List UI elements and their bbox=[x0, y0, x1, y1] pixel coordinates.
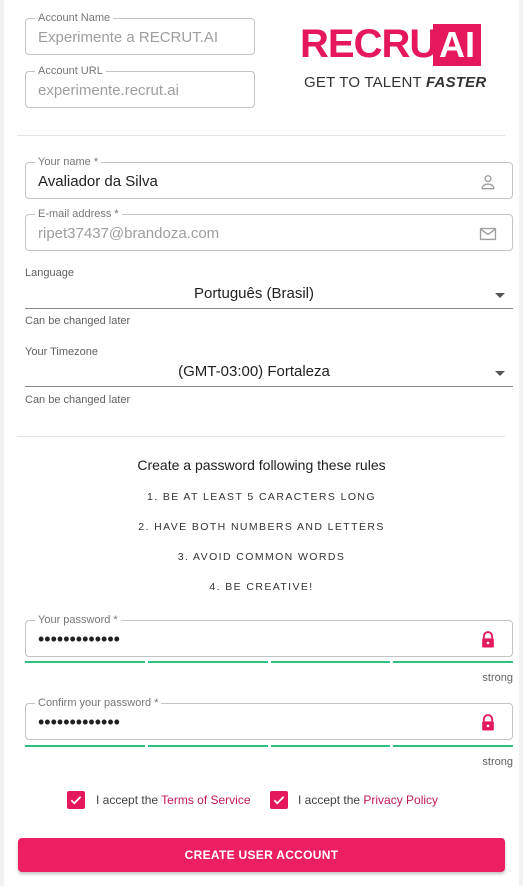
your-name-label: Your name * bbox=[35, 155, 102, 169]
signup-form-card bbox=[4, 0, 519, 886]
language-select[interactable]: Português (Brasil) bbox=[25, 283, 513, 309]
section-divider bbox=[17, 135, 505, 136]
password-rule: 3. AVOID COMMON WORDS bbox=[177, 551, 346, 563]
email-field[interactable]: E-mail address * ripet37437@brandoza.com bbox=[25, 207, 513, 251]
account-name-label: Account Name bbox=[35, 11, 114, 25]
check-icon bbox=[70, 796, 82, 805]
account-url-label: Account URL bbox=[35, 64, 106, 78]
strength-segment bbox=[270, 661, 391, 663]
mail-icon bbox=[479, 227, 497, 241]
language-label: Language bbox=[25, 267, 74, 279]
password-strength-label: strong bbox=[482, 672, 513, 684]
confirm-password-strength-label: strong bbox=[482, 756, 513, 768]
language-hint: Can be changed later bbox=[25, 315, 131, 327]
terms-text: I accept the Terms of Service bbox=[96, 793, 251, 807]
timezone-select[interactable]: (GMT-03:00) Fortaleza bbox=[25, 361, 513, 387]
language-value: Português (Brasil) bbox=[193, 285, 315, 302]
account-url-value[interactable]: experimente.recrut.ai bbox=[38, 81, 179, 101]
strength-segment bbox=[25, 661, 145, 663]
password-rules-title: Create a password following these rules bbox=[137, 457, 386, 473]
your-name-value[interactable]: Avaliador da Silva bbox=[38, 172, 158, 192]
account-name-field[interactable]: Account Name Experimente a RECRUT.AI bbox=[25, 11, 255, 55]
privacy-checkbox[interactable] bbox=[270, 791, 288, 809]
confirm-password-strength-meter bbox=[25, 745, 513, 747]
recrut-ai-logo: RECRUT. AI GET TO TALENT FASTER bbox=[300, 22, 487, 94]
lock-icon[interactable] bbox=[478, 713, 498, 733]
strength-segment bbox=[147, 745, 268, 747]
chevron-down-icon bbox=[495, 371, 505, 376]
logo-brand-ai: AI bbox=[433, 24, 481, 66]
privacy-policy-link[interactable]: Privacy Policy bbox=[363, 793, 438, 807]
password-label: Your password * bbox=[35, 613, 121, 627]
confirm-password-label: Confirm your password * bbox=[35, 696, 162, 710]
strength-segment bbox=[393, 661, 513, 663]
password-strength-meter bbox=[25, 661, 513, 663]
strength-segment bbox=[270, 745, 391, 747]
terms-of-service-link[interactable]: Terms of Service bbox=[161, 793, 250, 807]
person-icon bbox=[481, 175, 495, 190]
strength-segment bbox=[393, 745, 513, 747]
privacy-text: I accept the Privacy Policy bbox=[298, 793, 439, 807]
timezone-hint: Can be changed later bbox=[25, 394, 131, 406]
confirm-password-value[interactable]: ••••••••••••• bbox=[38, 712, 120, 732]
check-icon bbox=[273, 796, 285, 805]
strength-segment bbox=[25, 745, 145, 747]
password-rule: 1. BE AT LEAST 5 CARACTERS LONG bbox=[147, 491, 376, 503]
password-field[interactable]: Your password * ••••••••••••• bbox=[25, 613, 513, 657]
your-name-field[interactable]: Your name * Avaliador da Silva bbox=[25, 155, 513, 199]
password-rule: 4. BE CREATIVE! bbox=[209, 581, 314, 593]
account-url-field[interactable]: Account URL experimente.recrut.ai bbox=[25, 64, 255, 108]
confirm-password-field[interactable]: Confirm your password * ••••••••••••• bbox=[25, 696, 513, 740]
timezone-label: Your Timezone bbox=[25, 346, 98, 358]
email-value[interactable]: ripet37437@brandoza.com bbox=[38, 224, 219, 244]
chevron-down-icon bbox=[495, 293, 505, 298]
account-name-value[interactable]: Experimente a RECRUT.AI bbox=[38, 28, 218, 48]
strength-segment bbox=[147, 661, 268, 663]
terms-checkbox[interactable] bbox=[67, 791, 85, 809]
section-divider bbox=[17, 436, 505, 437]
email-label: E-mail address * bbox=[35, 207, 122, 221]
lock-icon[interactable] bbox=[478, 630, 498, 650]
timezone-value: (GMT-03:00) Fortaleza bbox=[178, 363, 330, 380]
create-user-account-button[interactable]: CREATE USER ACCOUNT bbox=[18, 838, 505, 872]
logo-tagline: GET TO TALENT FASTER bbox=[304, 74, 487, 91]
password-value[interactable]: ••••••••••••• bbox=[38, 629, 120, 649]
password-rule: 2. HAVE BOTH NUMBERS AND LETTERS bbox=[138, 521, 385, 533]
